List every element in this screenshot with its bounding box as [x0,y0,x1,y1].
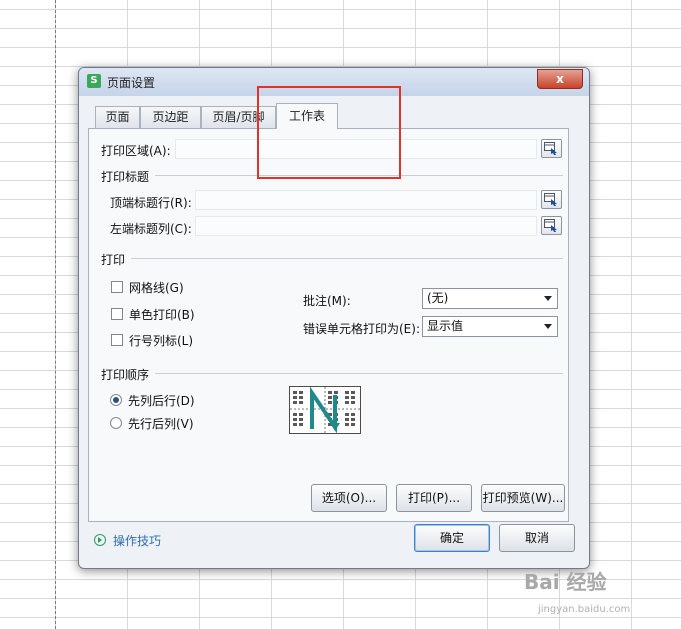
row-col-headings-label: 行号列标(L) [129,334,194,348]
cancel-button[interactable]: 取消 [499,524,575,552]
print-divider [131,258,563,259]
top-rows-picker-button[interactable] [541,190,562,209]
baidu-watermark: Bai 经验 [524,570,607,594]
ok-button[interactable]: 确定 [414,524,490,552]
tab-sheet[interactable]: 工作表 [276,103,338,129]
tips-link[interactable]: 操作技巧 [113,532,161,549]
chevron-down-icon [544,296,552,301]
top-rows-label: 顶端标题行(R): [110,196,192,210]
print-order-heading: 打印顺序 [101,368,150,382]
print-titles-heading: 打印标题 [101,170,150,184]
range-select-icon [544,219,557,232]
mono-print-checkbox[interactable] [111,308,123,320]
cell-errors-label: 错误单元格打印为(E): [303,322,420,336]
left-cols-picker-button[interactable] [541,216,562,235]
range-select-icon [544,193,557,206]
mono-print-label: 单色打印(B) [129,308,195,322]
options-button[interactable]: 选项(O)... [311,484,387,512]
chevron-down-icon [544,324,552,329]
down-then-over-label: 先列后行(D) [128,394,195,408]
top-rows-input[interactable] [195,190,537,210]
wps-app-icon: S [87,74,101,88]
print-heading: 打印 [101,253,126,267]
baidu-watermark-url: jingyan.baidu.com [538,604,631,615]
comments-select[interactable]: (无) [422,288,558,309]
row-col-headings-checkbox[interactable] [111,334,123,346]
cell-errors-select-value: 显示值 [427,319,464,333]
down-then-over-radio[interactable] [110,394,122,406]
print-area-label: 打印区域(A): [101,144,171,158]
gridlines-checkbox[interactable] [111,281,123,293]
page-order-illustration-icon [290,386,360,434]
tab-page[interactable]: 页面 [95,106,140,128]
page-break-line [55,0,56,629]
print-order-divider [155,373,563,374]
gridlines-label: 网格线(G) [129,281,184,295]
sheet-tab-panel: 打印区域(A): 打印标题 顶端标题行(R): 左端标题列(C): 打印 网格线… [88,128,569,522]
dialog-title: 页面设置 [107,76,156,90]
print-order-preview-image [289,386,361,434]
print-area-picker-button[interactable] [541,139,562,158]
print-preview-button[interactable]: 打印预览(W)... [481,484,565,512]
tab-margins[interactable]: 页边距 [140,106,201,128]
close-button[interactable]: x [537,69,583,89]
comments-select-value: (无) [427,291,449,305]
comments-label: 批注(M): [303,294,351,308]
over-then-down-radio[interactable] [110,417,122,429]
play-circle-icon[interactable] [94,534,106,546]
cell-errors-select[interactable]: 显示值 [422,316,558,337]
print-button[interactable]: 打印(P)... [396,484,472,512]
over-then-down-label: 先行后列(V) [128,417,194,431]
left-cols-input[interactable] [195,216,537,236]
annotation-highlight-box [257,86,401,179]
left-cols-label: 左端标题列(C): [110,222,192,236]
range-select-icon [544,142,557,155]
